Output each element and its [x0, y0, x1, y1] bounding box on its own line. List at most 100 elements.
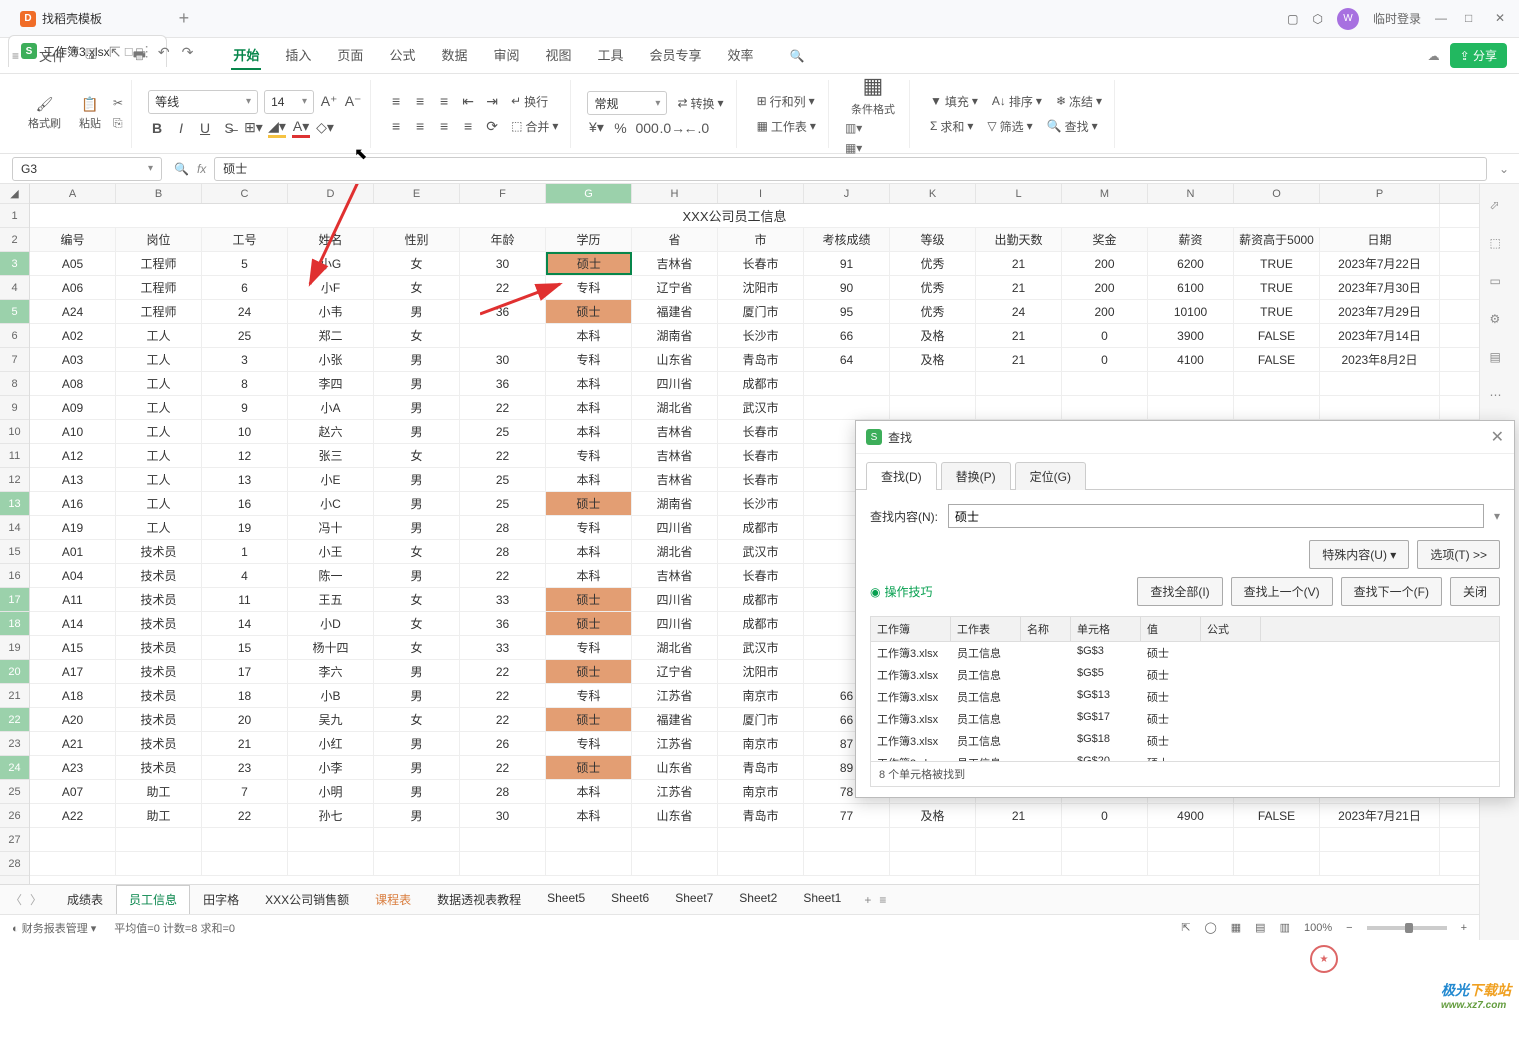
cell[interactable]: A19 [30, 516, 116, 539]
zoom-lens-icon[interactable]: 🔍 [174, 162, 189, 176]
cell[interactable]: 小D [288, 612, 374, 635]
cell[interactable]: 长沙市 [718, 492, 804, 515]
increase-font-icon[interactable]: A⁺ [320, 93, 338, 110]
cell[interactable]: 福建省 [632, 708, 718, 731]
cell[interactable]: 2023年8月2日 [1320, 348, 1440, 371]
cell[interactable] [460, 324, 546, 347]
cell[interactable]: TRUE [1234, 252, 1320, 275]
cell[interactable]: 杨十四 [288, 636, 374, 659]
cell[interactable]: 19 [202, 516, 288, 539]
cell[interactable]: 长春市 [718, 420, 804, 443]
cell[interactable]: 男 [374, 564, 460, 587]
cell[interactable] [1148, 396, 1234, 419]
cell[interactable]: 硕士 [546, 708, 632, 731]
cell[interactable]: 4900 [1148, 804, 1234, 827]
cell[interactable]: 辽宁省 [632, 660, 718, 683]
cell[interactable]: 吉林省 [632, 564, 718, 587]
cell[interactable]: 女 [374, 636, 460, 659]
cell[interactable]: 22 [460, 756, 546, 779]
name-box[interactable]: G3▾ [12, 157, 162, 181]
cell[interactable]: 硕士 [546, 492, 632, 515]
cell[interactable]: 10100 [1148, 300, 1234, 323]
result-row[interactable]: 工作簿3.xlsx员工信息$G$3硕士 [871, 642, 1499, 664]
cell[interactable]: 南京市 [718, 732, 804, 755]
cell[interactable]: 武汉市 [718, 540, 804, 563]
cell[interactable]: 11 [202, 588, 288, 611]
cell[interactable]: A09 [30, 396, 116, 419]
styles-icon[interactable]: ▥▾ [845, 121, 901, 135]
worksheet-button[interactable]: ▦工作表▾ [753, 116, 820, 137]
find-dropdown-icon[interactable]: ▾ [1494, 509, 1500, 523]
login-label[interactable]: 临时登录 [1373, 10, 1421, 27]
menu-item[interactable]: 工具 [596, 41, 626, 70]
cell[interactable]: 技术员 [116, 708, 202, 731]
orientation-icon[interactable]: ⟳ [483, 118, 501, 135]
cell[interactable] [1062, 396, 1148, 419]
cell[interactable]: 28 [460, 516, 546, 539]
column-header[interactable]: C [202, 184, 288, 203]
cell[interactable]: 本科 [546, 564, 632, 587]
cell[interactable]: 技术员 [116, 636, 202, 659]
cell[interactable]: 小E [288, 468, 374, 491]
dialog-close-icon[interactable]: ✕ [1491, 427, 1504, 447]
cell[interactable]: 硕士 [546, 252, 632, 275]
sheets-prev-icon[interactable]: 〈 [10, 891, 22, 908]
cell[interactable]: 2023年7月21日 [1320, 804, 1440, 827]
cell[interactable]: TRUE [1234, 276, 1320, 299]
cell[interactable]: 赵六 [288, 420, 374, 443]
menu-item[interactable]: 效率 [726, 41, 756, 70]
cell[interactable]: 山东省 [632, 348, 718, 371]
cell[interactable]: 长春市 [718, 444, 804, 467]
cell[interactable]: 23 [202, 756, 288, 779]
cell[interactable]: 女 [374, 276, 460, 299]
cell[interactable]: 四川省 [632, 612, 718, 635]
cell[interactable]: 5 [202, 252, 288, 275]
cell[interactable]: 33 [460, 588, 546, 611]
cell[interactable]: 12 [202, 444, 288, 467]
hamburger-icon[interactable]: ≡ [12, 49, 19, 63]
cell[interactable]: 工人 [116, 420, 202, 443]
export-icon[interactable]: ⇱ [109, 44, 121, 68]
cell[interactable]: 工人 [116, 492, 202, 515]
cell[interactable] [976, 396, 1062, 419]
underline-icon[interactable]: U [196, 120, 214, 136]
cell[interactable]: 6 [202, 276, 288, 299]
cell[interactable]: 22 [460, 564, 546, 587]
italic-icon[interactable]: I [172, 120, 190, 136]
cell[interactable]: 工程师 [116, 300, 202, 323]
share-button[interactable]: ⇪ 分享 [1450, 43, 1507, 68]
cell[interactable]: 本科 [546, 780, 632, 803]
cell[interactable]: FALSE [1234, 804, 1320, 827]
cell[interactable]: 及格 [890, 324, 976, 347]
column-header[interactable]: O [1234, 184, 1320, 203]
minimize-icon[interactable]: — [1435, 11, 1451, 27]
sheet-tab[interactable]: Sheet7 [662, 885, 726, 914]
cell[interactable]: A02 [30, 324, 116, 347]
merge-button[interactable]: ⬚合并▾ [507, 116, 562, 137]
column-header[interactable]: D [288, 184, 374, 203]
cell[interactable]: 技术员 [116, 588, 202, 611]
cell[interactable]: 男 [374, 348, 460, 371]
cell[interactable]: 吉林省 [632, 444, 718, 467]
cell[interactable]: 1 [202, 540, 288, 563]
cell[interactable]: 技术员 [116, 684, 202, 707]
cell[interactable]: 技术员 [116, 732, 202, 755]
expand-formula-icon[interactable]: ⌄ [1499, 162, 1509, 176]
cell[interactable] [890, 396, 976, 419]
cell[interactable]: 小F [288, 276, 374, 299]
redo-icon[interactable]: ↷ [182, 44, 194, 68]
cell[interactable]: 沈阳市 [718, 660, 804, 683]
cell[interactable]: 男 [374, 660, 460, 683]
cell[interactable]: 优秀 [890, 252, 976, 275]
tips-link[interactable]: ◉ 操作技巧 [870, 583, 933, 600]
cell[interactable]: 冯十 [288, 516, 374, 539]
cell[interactable]: 28 [460, 780, 546, 803]
dialog-tab[interactable]: 替换(P) [941, 462, 1011, 490]
cell[interactable]: 助工 [116, 780, 202, 803]
cell[interactable]: 2023年7月14日 [1320, 324, 1440, 347]
fx-icon[interactable]: fx [197, 162, 206, 176]
dialog-button[interactable]: 查找全部(I) [1137, 577, 1222, 606]
cell[interactable]: A22 [30, 804, 116, 827]
cut-icon[interactable]: ✂ [113, 96, 123, 110]
cell[interactable]: 辽宁省 [632, 276, 718, 299]
